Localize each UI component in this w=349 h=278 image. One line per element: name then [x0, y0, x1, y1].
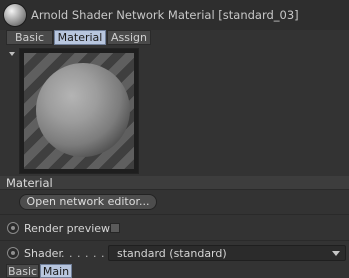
tab-shader-main[interactable]: Main [40, 264, 72, 278]
divider [0, 214, 349, 215]
preview-checker-background [24, 53, 134, 169]
material-editor-panel: Arnold Shader Network Material [standard… [0, 0, 349, 278]
render-preview-row: Render preview [0, 218, 349, 238]
preview-sphere [36, 63, 130, 157]
radio-icon[interactable] [7, 247, 19, 259]
chevron-down-icon [332, 251, 340, 256]
tab-shader-basic[interactable]: Basic [6, 264, 39, 278]
tab-basic[interactable]: Basic [6, 30, 53, 45]
tab-assign[interactable]: Assign [107, 30, 151, 45]
window-title: Arnold Shader Network Material [standard… [31, 8, 299, 22]
radio-icon[interactable] [7, 222, 19, 234]
shader-selected-value: standard (standard) [117, 247, 227, 260]
tab-bar: Basic Material Assign [0, 30, 349, 45]
divider [0, 240, 349, 241]
section-header-material: Material [0, 176, 349, 190]
render-preview-label: Render preview [24, 222, 111, 235]
section-title: Material [6, 176, 53, 190]
shader-row: Shader . . . . . . . . standard (standar… [0, 243, 349, 263]
triangle-down-icon[interactable] [9, 52, 15, 56]
title-bar: Arnold Shader Network Material [standard… [0, 0, 349, 30]
tab-material[interactable]: Material [54, 30, 106, 45]
material-preview[interactable] [19, 48, 139, 174]
shader-label: Shader [24, 247, 63, 260]
open-network-editor-button[interactable]: Open network editor... [19, 194, 157, 210]
material-sphere-icon [4, 4, 26, 26]
shader-tab-bar: Basic Main [0, 264, 349, 278]
shader-dropdown[interactable]: standard (standard) [108, 245, 346, 261]
render-preview-checkbox[interactable] [110, 223, 120, 233]
